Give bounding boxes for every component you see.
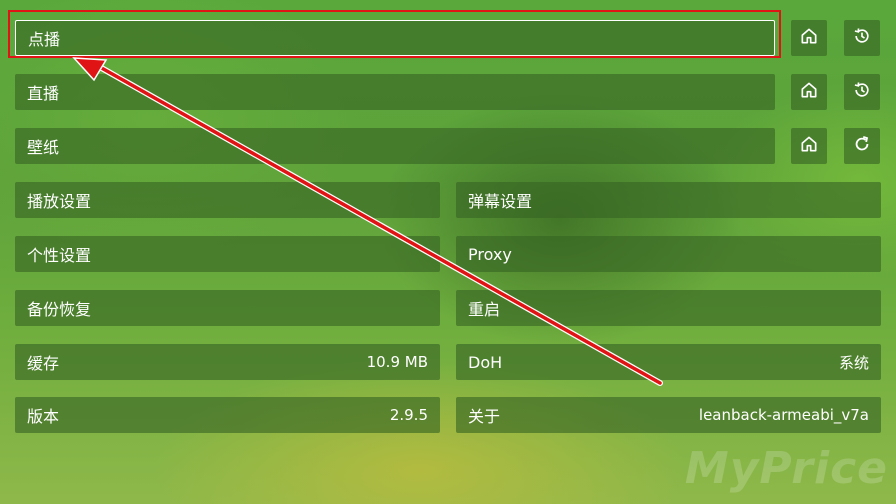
- doh-value: 系统: [838, 353, 869, 372]
- about-label: 关于: [468, 407, 501, 426]
- vod-label: 点播: [28, 30, 61, 49]
- refresh-icon: [852, 134, 872, 158]
- version-value: 2.9.5: [389, 406, 428, 424]
- home-icon: [799, 80, 819, 104]
- history-icon: [852, 26, 872, 50]
- version-row[interactable]: 版本 2.9.5: [15, 397, 440, 433]
- backup-restore-row[interactable]: 备份恢复: [15, 290, 440, 326]
- vod-home-button[interactable]: [791, 20, 827, 56]
- wallpaper-refresh-button[interactable]: [844, 128, 880, 164]
- live-history-button[interactable]: [844, 74, 880, 110]
- player-settings-row[interactable]: 播放设置: [15, 182, 440, 218]
- cache-value: 10.9 MB: [366, 353, 428, 371]
- version-label: 版本: [27, 407, 60, 426]
- personal-settings-label: 个性设置: [27, 246, 92, 265]
- danmaku-settings-label: 弹幕设置: [468, 192, 533, 211]
- watermark: MyPrice: [684, 443, 888, 494]
- backup-restore-label: 备份恢复: [27, 300, 92, 319]
- history-icon: [852, 80, 872, 104]
- home-icon: [799, 26, 819, 50]
- danmaku-settings-row[interactable]: 弹幕设置: [456, 182, 881, 218]
- doh-label: DoH: [468, 352, 503, 372]
- about-value: leanback-armeabi_v7a: [698, 406, 869, 424]
- wallpaper-row[interactable]: 壁纸: [15, 128, 775, 164]
- vod-row[interactable]: 点播: [15, 20, 775, 56]
- live-label: 直播: [27, 84, 60, 103]
- proxy-label: Proxy: [468, 244, 512, 264]
- restart-label: 重启: [468, 300, 501, 319]
- wallpaper-label: 壁纸: [27, 138, 60, 157]
- doh-row[interactable]: DoH 系统: [456, 344, 881, 380]
- live-home-button[interactable]: [791, 74, 827, 110]
- personal-settings-row[interactable]: 个性设置: [15, 236, 440, 272]
- home-icon: [799, 134, 819, 158]
- proxy-row[interactable]: Proxy: [456, 236, 881, 272]
- cache-label: 缓存: [27, 354, 60, 373]
- about-row[interactable]: 关于 leanback-armeabi_v7a: [456, 397, 881, 433]
- player-settings-label: 播放设置: [27, 192, 92, 211]
- cache-row[interactable]: 缓存 10.9 MB: [15, 344, 440, 380]
- live-row[interactable]: 直播: [15, 74, 775, 110]
- restart-row[interactable]: 重启: [456, 290, 881, 326]
- wallpaper-home-button[interactable]: [791, 128, 827, 164]
- vod-history-button[interactable]: [844, 20, 880, 56]
